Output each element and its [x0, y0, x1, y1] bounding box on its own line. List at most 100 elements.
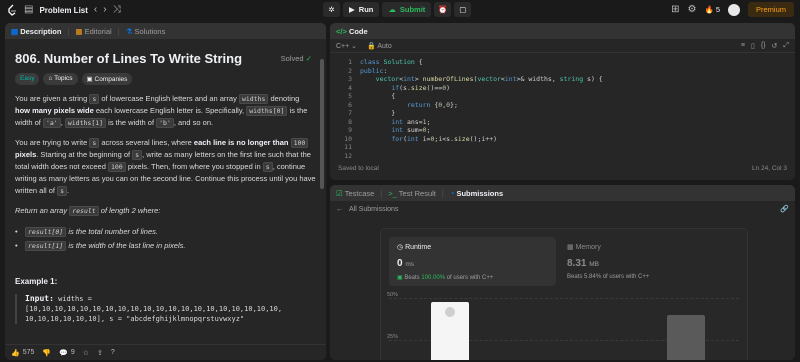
description-paragraph-3: Return an array result of length 2 where… — [15, 206, 161, 216]
all-submissions-link[interactable]: All Submissions — [349, 206, 398, 213]
problem-title[interactable]: 806. Number of Lines To Write String — [15, 51, 316, 66]
check-circle-icon: ✓ — [305, 54, 312, 63]
description-panel: ▤ Description | ▦ Editorial | ⚗ Solution… — [5, 23, 326, 360]
share-button[interactable]: ⇪ — [97, 349, 103, 357]
timer-button[interactable]: ⏰ — [434, 2, 452, 17]
top-bar: ▤ Problem List ‹ › ⤨ ✲ ▶ Run ☁ Submit ⏰ ▢ … — [0, 0, 800, 20]
code-brackets-icon: </> — [336, 26, 347, 36]
reset-icon[interactable]: ↺ — [772, 42, 778, 50]
flask-icon: ⚗ — [125, 26, 133, 36]
link-icon[interactable]: 🔗 — [780, 205, 789, 213]
auto-mode-toggle[interactable]: 🔒 Auto — [367, 42, 392, 50]
debug-button[interactable]: ✲ — [323, 2, 340, 17]
format-icon[interactable]: ≡ — [741, 42, 745, 50]
example-title: Example 1: — [15, 277, 58, 286]
run-button[interactable]: ▶ Run — [343, 2, 380, 17]
bug-icon: ✲ — [328, 5, 335, 14]
difficulty-badge[interactable]: Easy — [15, 73, 40, 85]
language-select[interactable]: C++ ⌄ — [336, 42, 357, 50]
settings-gear-icon[interactable]: ⚙ — [688, 4, 697, 15]
editor-status-bar: Saved to local Ln 24, Col 3 — [338, 164, 787, 172]
chevron-right-icon[interactable]: › — [103, 5, 106, 15]
thumbs-down-icon: 👎 — [42, 349, 52, 357]
document-icon: ▤ — [11, 26, 19, 36]
cloud-upload-icon: ☁ — [388, 5, 396, 14]
description-tabs: ▤ Description | ▦ Editorial | ⚗ Solution… — [5, 23, 326, 39]
tab-divider: | — [441, 188, 444, 198]
tab-description[interactable]: ▤ Description — [11, 27, 61, 36]
list-item: result[0] is the total number of lines. — [15, 225, 316, 239]
history-icon: ◔ — [449, 188, 455, 198]
notes-button[interactable]: ▢ — [454, 2, 472, 17]
runtime-bar-current[interactable] — [431, 302, 469, 360]
submission-result-card: ◷ Runtime 0 ms ▣ Beats 100.00% of users … — [380, 228, 748, 360]
braces-icon[interactable]: {} — [761, 42, 766, 50]
tab-submissions[interactable]: ◔ Submissions — [450, 189, 503, 198]
book-icon: ▦ — [75, 26, 83, 36]
submit-button[interactable]: ☁ Submit — [382, 2, 432, 17]
tab-divider: | — [117, 26, 120, 36]
runtime-bar[interactable] — [667, 315, 705, 360]
lock-icon: 🔒 — [367, 42, 376, 50]
grid-label: 50% — [387, 292, 399, 298]
sidebar-panel-icon[interactable]: ▤ — [24, 5, 33, 15]
play-icon: ▶ — [349, 5, 355, 14]
description-paragraph-2: You are trying to write s across several… — [15, 138, 316, 196]
grid-label: 25% — [387, 334, 399, 340]
user-avatar-icon — [445, 307, 455, 317]
layout-grid-icon[interactable]: ⊞ — [671, 4, 679, 15]
bookmark-icon[interactable]: ▯ — [751, 42, 755, 50]
tab-test-result[interactable]: >_ Test Result — [388, 189, 436, 198]
tab-editorial[interactable]: ▦ Editorial — [75, 27, 111, 36]
chart-gridline — [389, 298, 739, 299]
shuffle-icon[interactable]: ⤨ — [113, 5, 121, 15]
star-icon: ☆ — [82, 349, 90, 357]
runtime-stat[interactable]: ◷ Runtime 0 ms ▣ Beats 100.00% of users … — [389, 237, 556, 286]
topics-tag[interactable]: ⌂ Topics — [43, 73, 78, 85]
tab-testcase[interactable]: ☑ Testcase — [336, 189, 374, 198]
user-avatar[interactable] — [727, 3, 740, 16]
streak-counter[interactable]: 🔥 5 — [704, 5, 720, 14]
submissions-nav: ← All Submissions 🔗 — [330, 201, 795, 217]
share-icon: ⇪ — [97, 349, 103, 357]
line-numbers: 1 2 3 4 5 6 7 8 9 10 11 12 — [344, 58, 352, 160]
result-tabs: ☑ Testcase | >_ Test Result | ◔ Submissi… — [330, 185, 795, 201]
code-panel: </> Code C++ ⌄ 🔒 Auto ≡ ▯ {} ↺ ⤢ 1234567… — [330, 23, 795, 180]
fullscreen-icon[interactable]: ⤢ — [783, 42, 789, 50]
like-button[interactable]: 👍 575 — [11, 349, 34, 357]
solved-status: Solved ✓ — [280, 54, 312, 63]
code-toolbar: C++ ⌄ 🔒 Auto ≡ ▯ {} ↺ ⤢ — [330, 39, 795, 53]
favorite-button[interactable]: ☆ — [83, 349, 89, 357]
memory-stat[interactable]: ▦ Memory 8.31 MB Beats 5.84% of users wi… — [559, 237, 726, 286]
tab-solutions[interactable]: ⚗ Solutions — [126, 27, 166, 36]
help-button[interactable]: ? — [111, 349, 115, 356]
alarm-icon: ⏰ — [438, 5, 448, 14]
leetcode-logo[interactable] — [6, 4, 18, 16]
badge-icon: ▣ — [397, 275, 403, 281]
terminal-icon: >_ — [388, 188, 397, 198]
tag-icon: ⌂ — [48, 75, 53, 82]
description-scrollbar[interactable] — [320, 59, 324, 189]
fire-icon: 🔥 — [704, 5, 714, 14]
comment-icon: 💬 — [59, 349, 68, 357]
note-icon: ▢ — [459, 5, 467, 14]
dislike-button[interactable]: 👎 — [42, 349, 51, 357]
problem-list-link[interactable]: Problem List — [39, 6, 87, 15]
companies-tag[interactable]: ▣ Companies — [81, 73, 133, 85]
list-item: result[1] is the width of the last line … — [15, 239, 316, 253]
back-arrow-icon[interactable]: ← — [336, 206, 343, 213]
premium-button[interactable]: Premium — [747, 2, 794, 17]
thumbs-up-icon: 👍 — [11, 349, 20, 357]
tab-divider: | — [67, 26, 70, 36]
chip-icon: ▦ — [567, 244, 574, 251]
code-editor[interactable]: 1 2 3 4 5 6 7 8 9 10 11 12 class Solution { public:… — [330, 53, 795, 161]
clock-icon: ◷ — [397, 244, 404, 251]
code-source[interactable]: class Solution { public: vector<int> num… — [360, 58, 603, 143]
tab-divider: | — [380, 188, 383, 198]
code-tab[interactable]: </> Code — [336, 27, 368, 36]
comments-button[interactable]: 💬 9 — [59, 349, 75, 357]
question-icon: ? — [110, 349, 115, 356]
submissions-panel: ☑ Testcase | >_ Test Result | ◔ Submissi… — [330, 185, 795, 360]
chevron-left-icon[interactable]: ‹ — [94, 5, 97, 15]
code-header: </> Code — [330, 23, 795, 39]
